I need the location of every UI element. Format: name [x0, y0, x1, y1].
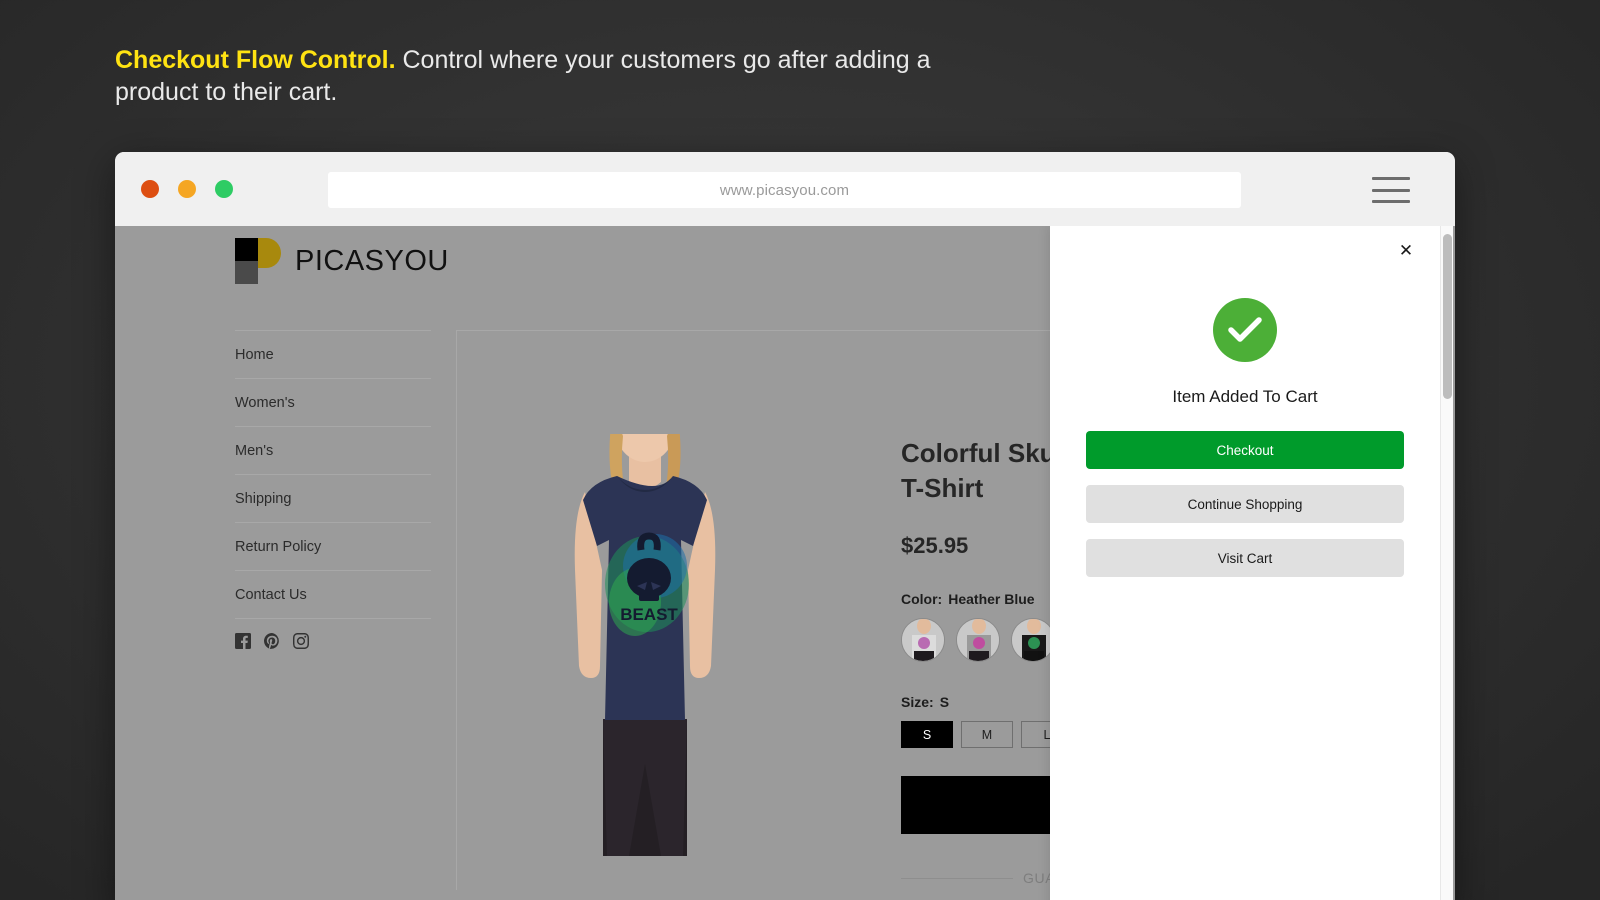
pinterest-icon[interactable]: [264, 633, 280, 649]
headline-emphasis: Checkout Flow Control.: [115, 46, 396, 74]
address-bar-url: www.picasyou.com: [719, 181, 850, 199]
color-swatch[interactable]: [956, 618, 1000, 663]
modal-status-text: Item Added To Cart: [1172, 387, 1318, 406]
check-circle-icon: [1213, 298, 1277, 362]
modal-content: Item Added To Cart Checkout Continue Sho…: [1050, 226, 1440, 577]
page-viewport: PICASYOU Home Women's Men's Shipping Ret…: [115, 226, 1455, 900]
content-divider-vertical: [456, 330, 457, 890]
page-scrollbar[interactable]: [1440, 226, 1453, 900]
size-option-m[interactable]: M: [961, 721, 1013, 749]
size-label-text: Size:: [901, 694, 934, 711]
checkmark-icon: [1228, 317, 1262, 342]
color-swatch[interactable]: [1011, 618, 1055, 663]
browser-chrome-bar: www.picasyou.com: [115, 152, 1455, 226]
product-photo-svg: BEAST: [555, 394, 735, 856]
color-swatch[interactable]: [901, 618, 945, 663]
hamburger-line: [1372, 188, 1410, 192]
product-image[interactable]: BEAST: [555, 394, 735, 856]
store-logo[interactable]: PICASYOU: [235, 238, 449, 284]
window-close-button[interactable]: [141, 180, 159, 198]
address-bar[interactable]: www.picasyou.com: [328, 172, 1241, 208]
checkout-button[interactable]: Checkout: [1086, 431, 1404, 469]
close-icon[interactable]: ✕: [1394, 238, 1418, 262]
hamburger-line: [1372, 200, 1410, 203]
sidebar-navigation: Home Women's Men's Shipping Return Polic…: [235, 330, 431, 649]
sidebar-item-mens[interactable]: Men's: [235, 427, 431, 475]
size-option-s[interactable]: S: [901, 721, 953, 749]
color-label-text: Color:: [901, 591, 943, 608]
continue-shopping-button[interactable]: Continue Shopping: [1086, 485, 1404, 523]
store-header: PICASYOU: [235, 238, 449, 284]
logo-square-black: [235, 238, 258, 261]
store-name: PICASYOU: [295, 244, 449, 277]
picasyou-logo-icon: [235, 238, 281, 284]
hamburger-icon[interactable]: [1372, 177, 1410, 203]
social-links: [235, 619, 431, 649]
sidebar-item-womens[interactable]: Women's: [235, 379, 431, 427]
traffic-light-controls: [141, 180, 233, 198]
color-selected-value: Heather Blue: [948, 591, 1035, 608]
visit-cart-button[interactable]: Visit Cart: [1086, 539, 1404, 577]
sidebar-item-shipping[interactable]: Shipping: [235, 475, 431, 523]
facebook-icon[interactable]: [235, 633, 251, 649]
add-to-cart-modal: ✕ Item Added To Cart Checkout Continue S…: [1050, 226, 1440, 900]
svg-text:BEAST: BEAST: [620, 605, 678, 624]
sidebar-item-contact-us[interactable]: Contact Us: [235, 571, 431, 619]
hamburger-line: [1372, 177, 1410, 180]
window-minimize-button[interactable]: [178, 180, 196, 198]
instagram-icon[interactable]: [293, 633, 309, 649]
guarantee-divider: [901, 877, 1013, 879]
browser-window: www.picasyou.com PICASYOU Home Women's M…: [115, 152, 1455, 900]
sidebar-item-return-policy[interactable]: Return Policy: [235, 523, 431, 571]
logo-half-circle-gold: [258, 238, 281, 268]
logo-square-gray: [235, 261, 258, 284]
window-maximize-button[interactable]: [215, 180, 233, 198]
page-headline: Checkout Flow Control. Control where you…: [115, 44, 1015, 108]
size-selected-value: S: [939, 694, 950, 711]
sidebar-item-home[interactable]: Home: [235, 330, 431, 379]
scrollbar-thumb[interactable]: [1443, 234, 1452, 399]
